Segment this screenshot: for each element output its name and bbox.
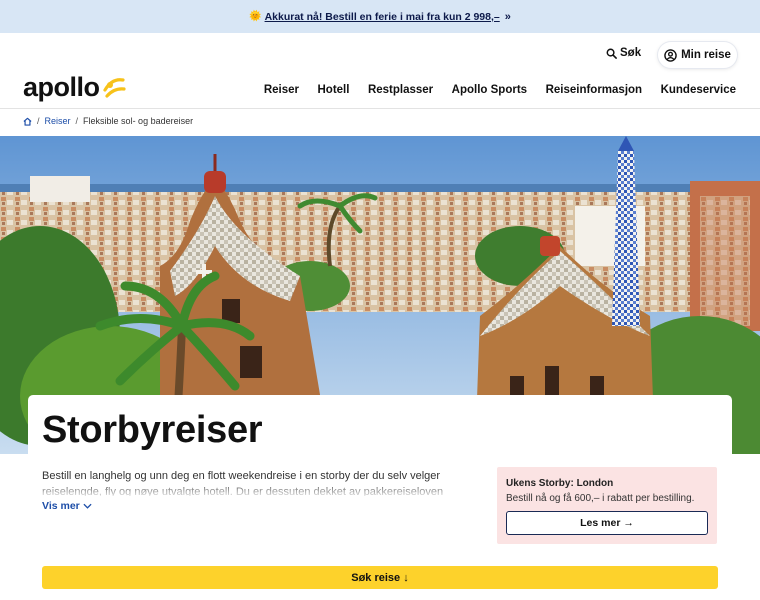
user-circle-icon: [664, 48, 677, 62]
my-trip-label: Min reise: [681, 49, 731, 61]
search-icon: [606, 48, 617, 59]
home-icon[interactable]: [23, 117, 32, 126]
chevron-down-icon: [83, 503, 92, 509]
nav-apollo-sports[interactable]: Apollo Sports: [452, 84, 527, 96]
main-nav: Reiser Hotell Restplasser Apollo Sports …: [245, 84, 736, 96]
nav-hotell[interactable]: Hotell: [318, 84, 350, 96]
promo-banner[interactable]: 🌞 Akkurat nå! Bestill en ferie i mai fra…: [0, 0, 760, 33]
show-more-label: Vis mer: [42, 500, 80, 512]
nav-kundeservice[interactable]: Kundeservice: [661, 84, 736, 96]
sun-icon: 🌞: [249, 11, 262, 22]
page-title: Storbyreiser: [42, 409, 263, 451]
breadcrumb-separator: /: [75, 116, 79, 126]
nav-reiser[interactable]: Reiser: [264, 84, 299, 96]
logo-text: apollo: [23, 72, 100, 102]
breadcrumb: / Reiser / Fleksible sol- og badereiser: [23, 116, 193, 126]
breadcrumb-separator: /: [37, 116, 40, 126]
description-fade: [42, 481, 472, 499]
weekly-city-promo: Ukens Storby: London Bestill nå og få 60…: [497, 467, 717, 544]
promo-description: Bestill nå og få 600,– i rabatt per best…: [506, 493, 695, 504]
logo-sun-icon: [102, 77, 126, 98]
site-header: apollo Søk Min reise Reiser Hotell Restp…: [0, 33, 760, 109]
search-button[interactable]: Søk: [606, 47, 641, 59]
show-more-button[interactable]: Vis mer: [42, 500, 92, 512]
breadcrumb-reiser[interactable]: Reiser: [45, 116, 71, 126]
nav-restplasser[interactable]: Restplasser: [368, 84, 433, 96]
search-label: Søk: [620, 47, 642, 59]
breadcrumb-current: Fleksible sol- og badereiser: [83, 116, 194, 126]
promo-arrow: »: [504, 10, 511, 23]
promo-link[interactable]: Akkurat nå! Bestill en ferie i mai fra k…: [265, 11, 500, 23]
my-trip-button[interactable]: Min reise: [658, 42, 737, 68]
promo-title: Ukens Storby: London: [506, 478, 614, 489]
read-more-button[interactable]: Les mer →: [506, 511, 708, 535]
apollo-logo[interactable]: apollo: [23, 72, 126, 103]
search-trip-button[interactable]: Søk reise ↓: [42, 566, 718, 589]
nav-reiseinformasjon[interactable]: Reiseinformasjon: [546, 84, 643, 96]
